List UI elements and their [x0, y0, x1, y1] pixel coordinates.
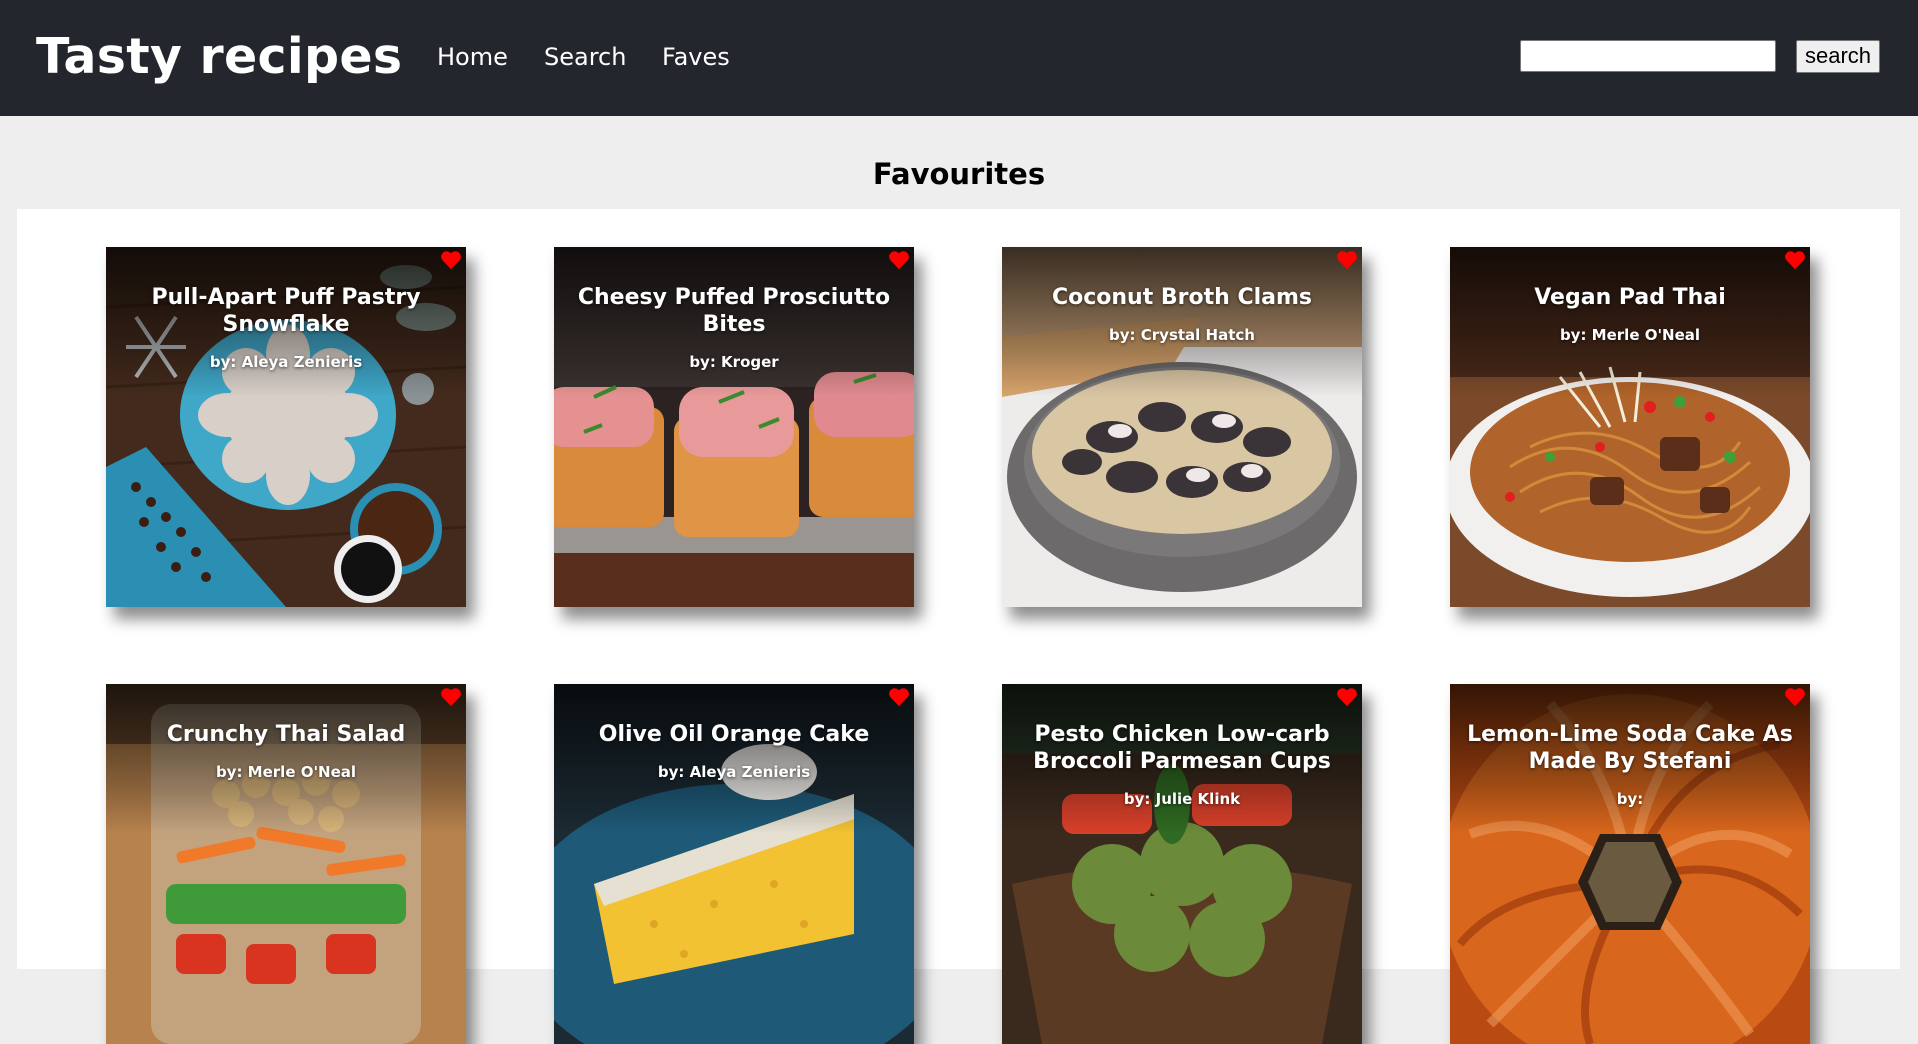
- nav-faves-link[interactable]: Faves: [662, 42, 730, 72]
- nav-home-link[interactable]: Home: [437, 42, 508, 72]
- heart-icon[interactable]: [1784, 686, 1806, 708]
- recipe-author: by:: [1616, 790, 1644, 808]
- recipe-title: Coconut Broth Clams by: Crystal Hatch: [1018, 284, 1346, 345]
- recipe-author: by: Kroger: [689, 353, 779, 371]
- recipe-author: by: Aleya Zenieris: [209, 353, 363, 371]
- recipe-title: Pull-Apart Puff Pastry Snowflake by: Ale…: [122, 284, 450, 372]
- recipe-title: Pesto Chicken Low-carb Broccoli Parmesan…: [1018, 721, 1346, 809]
- heart-icon[interactable]: [888, 249, 910, 271]
- recipe-card[interactable]: Coconut Broth Clams by: Crystal Hatch: [1002, 247, 1362, 607]
- recipe-card[interactable]: Olive Oil Orange Cake by: Aleya Zenieris: [554, 684, 914, 1044]
- recipe-card[interactable]: Pull-Apart Puff Pastry Snowflake by: Ale…: [106, 247, 466, 607]
- heart-icon[interactable]: [888, 686, 910, 708]
- recipe-card[interactable]: Lemon-Lime Soda Cake As Made By Stefani …: [1450, 684, 1810, 1044]
- search-button[interactable]: search: [1796, 40, 1880, 73]
- recipe-card[interactable]: Crunchy Thai Salad by: Merle O'Neal: [106, 684, 466, 1044]
- heart-icon[interactable]: [440, 686, 462, 708]
- recipe-author: by: Merle O'Neal: [1559, 326, 1701, 344]
- heart-icon[interactable]: [1336, 686, 1358, 708]
- recipe-card[interactable]: Pesto Chicken Low-carb Broccoli Parmesan…: [1002, 684, 1362, 1044]
- recipe-title: Lemon-Lime Soda Cake As Made By Stefani …: [1467, 722, 1793, 808]
- recipe-author: by: Crystal Hatch: [1109, 326, 1255, 344]
- search-input[interactable]: [1520, 40, 1776, 72]
- recipe-title: Vegan Pad Thai by: Merle O'Neal: [1466, 284, 1794, 345]
- recipe-card[interactable]: Cheesy Puffed Prosciutto Bites by: Kroge…: [554, 247, 914, 607]
- recipe-author: by: Aleya Zenieris: [657, 763, 811, 781]
- top-navbar: Tasty recipes Home Search Faves search: [0, 0, 1918, 116]
- heart-icon[interactable]: [440, 249, 462, 271]
- nav-search-link[interactable]: Search: [544, 42, 626, 72]
- recipe-author: by: Merle O'Neal: [215, 763, 357, 781]
- site-logo[interactable]: Tasty recipes: [36, 29, 402, 85]
- heart-icon[interactable]: [1336, 249, 1358, 271]
- recipe-author: by: Julie Klink: [1123, 790, 1241, 808]
- recipe-card[interactable]: Vegan Pad Thai by: Merle O'Neal: [1450, 247, 1810, 607]
- heart-icon[interactable]: [1784, 249, 1806, 271]
- page-title: Favourites: [872, 157, 1046, 191]
- recipe-title: Crunchy Thai Salad by: Merle O'Neal: [122, 721, 450, 782]
- recipe-title: Cheesy Puffed Prosciutto Bites by: Kroge…: [570, 284, 898, 372]
- recipe-title: Olive Oil Orange Cake by: Aleya Zenieris: [570, 721, 898, 782]
